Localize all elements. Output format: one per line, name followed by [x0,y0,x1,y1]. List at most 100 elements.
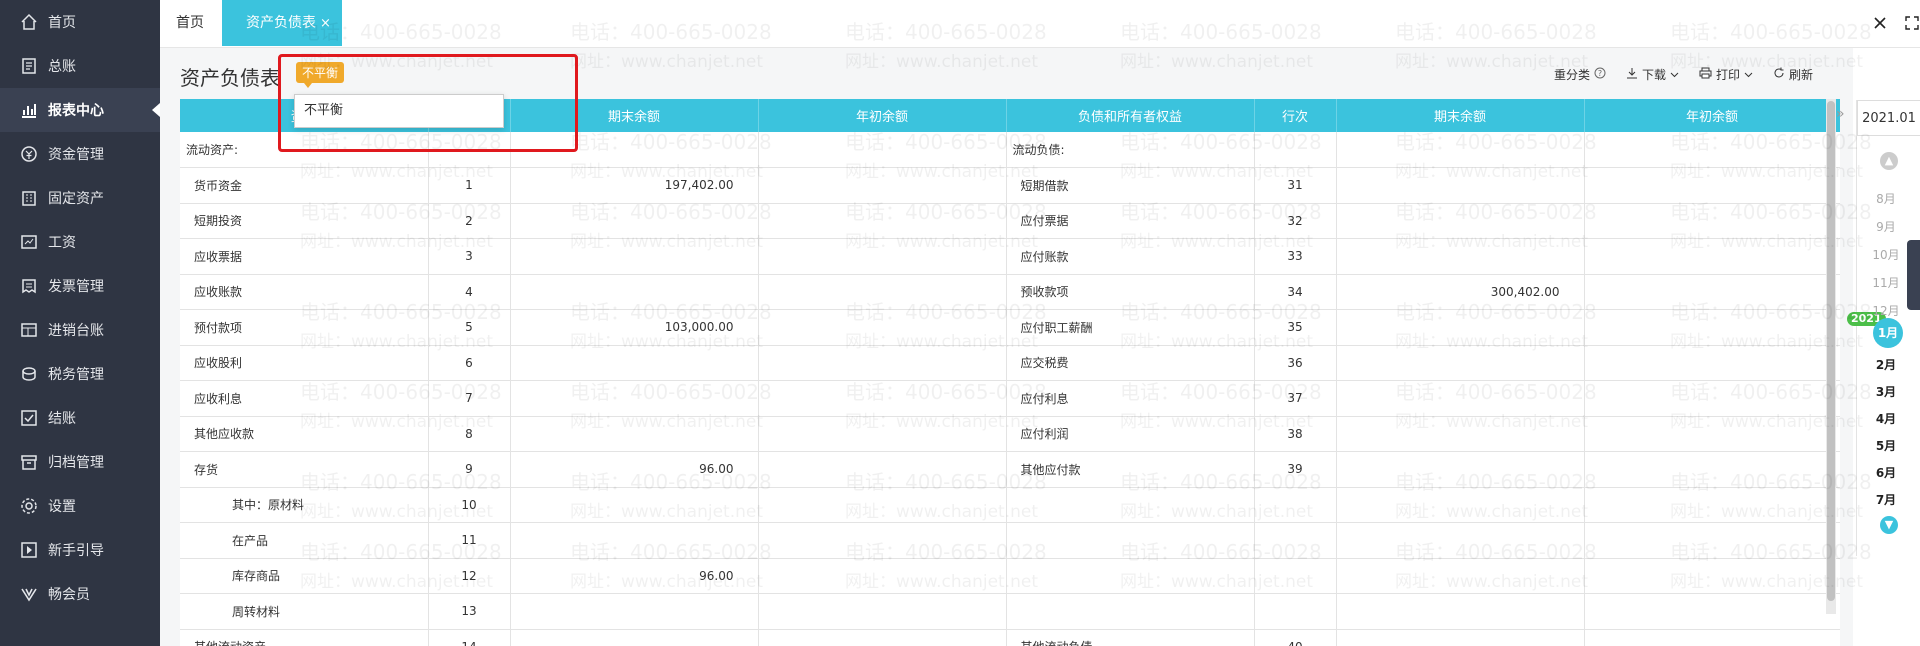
table-cell[interactable] [758,238,1007,275]
sidebar-item-9[interactable]: 结账 [0,396,160,440]
month-item[interactable]: 5月 [1857,437,1915,454]
sidebar-item-4[interactable]: 固定资产 [0,176,160,220]
table-cell[interactable] [758,416,1007,452]
sidebar-item-3[interactable]: 资金管理 [0,132,160,176]
table-row[interactable]: 存货 9 96.00 其他应付款 39 [180,451,1840,488]
table-cell[interactable] [1336,451,1585,488]
table-cell[interactable] [758,309,1007,346]
sidebar-item-12[interactable]: 新手引导 [0,528,160,572]
unbalanced-badge[interactable]: 不平衡 [296,62,345,88]
table-cell[interactable] [1584,416,1840,452]
table-cell[interactable] [1336,487,1585,523]
table-cell[interactable] [510,274,759,310]
tab-balance-sheet[interactable]: 资产负债表 × [222,0,342,46]
table-row[interactable]: 在产品 11 [180,522,1840,559]
table-cell[interactable] [1336,309,1585,346]
table-cell[interactable] [510,522,759,559]
rail-handle[interactable] [1907,240,1920,310]
table-cell[interactable]: 197,402.00 [510,167,759,204]
table-cell[interactable]: 300,402.00 [1336,274,1585,310]
table-cell[interactable] [758,451,1007,488]
table-cell[interactable] [1336,593,1585,630]
table-cell[interactable] [758,203,1007,239]
table-row[interactable]: 其他流动资产14 其他流动负债40 [180,629,1840,646]
table-cell[interactable] [510,380,759,417]
table-cell[interactable] [1584,238,1840,275]
table-cell[interactable] [510,132,759,168]
table-cell[interactable] [1584,629,1840,646]
sidebar-item-2[interactable]: 报表中心 [0,88,160,132]
table-cell[interactable] [758,487,1007,523]
table-cell[interactable] [758,380,1007,417]
month-item[interactable]: 9月 [1857,218,1915,235]
month-item[interactable]: 3月 [1857,383,1915,400]
table-cell[interactable] [1584,558,1840,594]
month-item[interactable]: 8月 [1857,190,1915,207]
table-cell[interactable] [1336,522,1585,559]
month-active[interactable]: 1月 [1873,318,1903,348]
table-row[interactable]: 库存商品 12 96.00 [180,558,1840,594]
table-cell[interactable]: 96.00 [510,451,759,488]
table-cell[interactable] [1336,558,1585,594]
table-row[interactable]: 应收股利 6 应交税费 36 [180,345,1840,381]
sidebar-item-6[interactable]: 发票管理 [0,264,160,308]
table-cell[interactable] [758,593,1007,630]
sidebar-item-10[interactable]: 归档管理 [0,440,160,484]
table-cell[interactable] [758,629,1007,646]
table-cell[interactable] [1584,203,1840,239]
table-cell[interactable] [1584,522,1840,559]
sidebar-item-11[interactable]: 设置 [0,484,160,528]
table-cell[interactable] [1336,629,1585,646]
month-item[interactable]: 6月 [1857,464,1915,481]
table-row[interactable]: 周转材料 13 [180,593,1840,630]
table-cell[interactable] [758,558,1007,594]
download-button[interactable]: 下载 [1626,66,1679,83]
close-tab-icon[interactable]: × [320,16,331,31]
sidebar-item-5[interactable]: 工资 [0,220,160,264]
scroll-down-icon[interactable]: ▼ [1880,516,1898,534]
table-row[interactable]: 货币资金 1 197,402.00 短期借款 31 [180,167,1840,204]
table-cell[interactable] [1336,380,1585,417]
vertical-scrollbar[interactable] [1826,99,1836,614]
table-cell[interactable] [1584,167,1840,204]
fullscreen-icon[interactable] [1898,9,1920,37]
table-row[interactable]: 流动资产: 流动负债: [180,132,1840,168]
table-cell[interactable] [1584,593,1840,630]
table-cell[interactable] [1336,167,1585,204]
month-item[interactable]: 4月 [1857,410,1915,427]
refresh-button[interactable]: 刷新 [1773,66,1813,83]
table-cell[interactable] [758,274,1007,310]
sidebar-item-1[interactable]: 总账 [0,44,160,88]
table-cell[interactable] [510,629,759,646]
print-button[interactable]: 打印 [1699,66,1753,83]
help-icon[interactable]: ? [1594,67,1606,82]
table-cell[interactable] [510,487,759,523]
table-cell[interactable] [1336,416,1585,452]
table-row[interactable]: 其他应收款 8 应付利润 38 [180,416,1840,452]
table-cell[interactable] [1584,451,1840,488]
sidebar-item-13[interactable]: 畅会员 [0,572,160,616]
table-cell[interactable] [510,238,759,275]
table-cell[interactable] [510,203,759,239]
sidebar-item-0[interactable]: 首页 [0,0,160,44]
scrollbar-thumb[interactable] [1827,101,1835,601]
period-display[interactable]: 2021.01 [1857,100,1920,136]
table-cell[interactable] [758,345,1007,381]
table-cell[interactable] [758,522,1007,559]
table-cell[interactable]: 103,000.00 [510,309,759,346]
close-icon[interactable] [1866,9,1894,37]
table-cell[interactable] [758,132,1007,168]
table-cell[interactable] [1584,274,1840,310]
table-cell[interactable] [510,593,759,630]
reclassify-button[interactable]: 重分类 ? [1554,66,1606,83]
table-row[interactable]: 应收账款 4 预收款项 34 300,402.00 [180,274,1840,310]
sidebar-item-7[interactable]: 进销台账 [0,308,160,352]
table-cell[interactable] [1584,380,1840,417]
table-cell[interactable] [510,345,759,381]
table-cell[interactable] [510,416,759,452]
table-cell[interactable]: 96.00 [510,558,759,594]
table-cell[interactable] [1584,487,1840,523]
sidebar-item-8[interactable]: 税务管理 [0,352,160,396]
table-row[interactable]: 其中：原材料 10 [180,487,1840,523]
table-cell[interactable] [1584,132,1840,168]
